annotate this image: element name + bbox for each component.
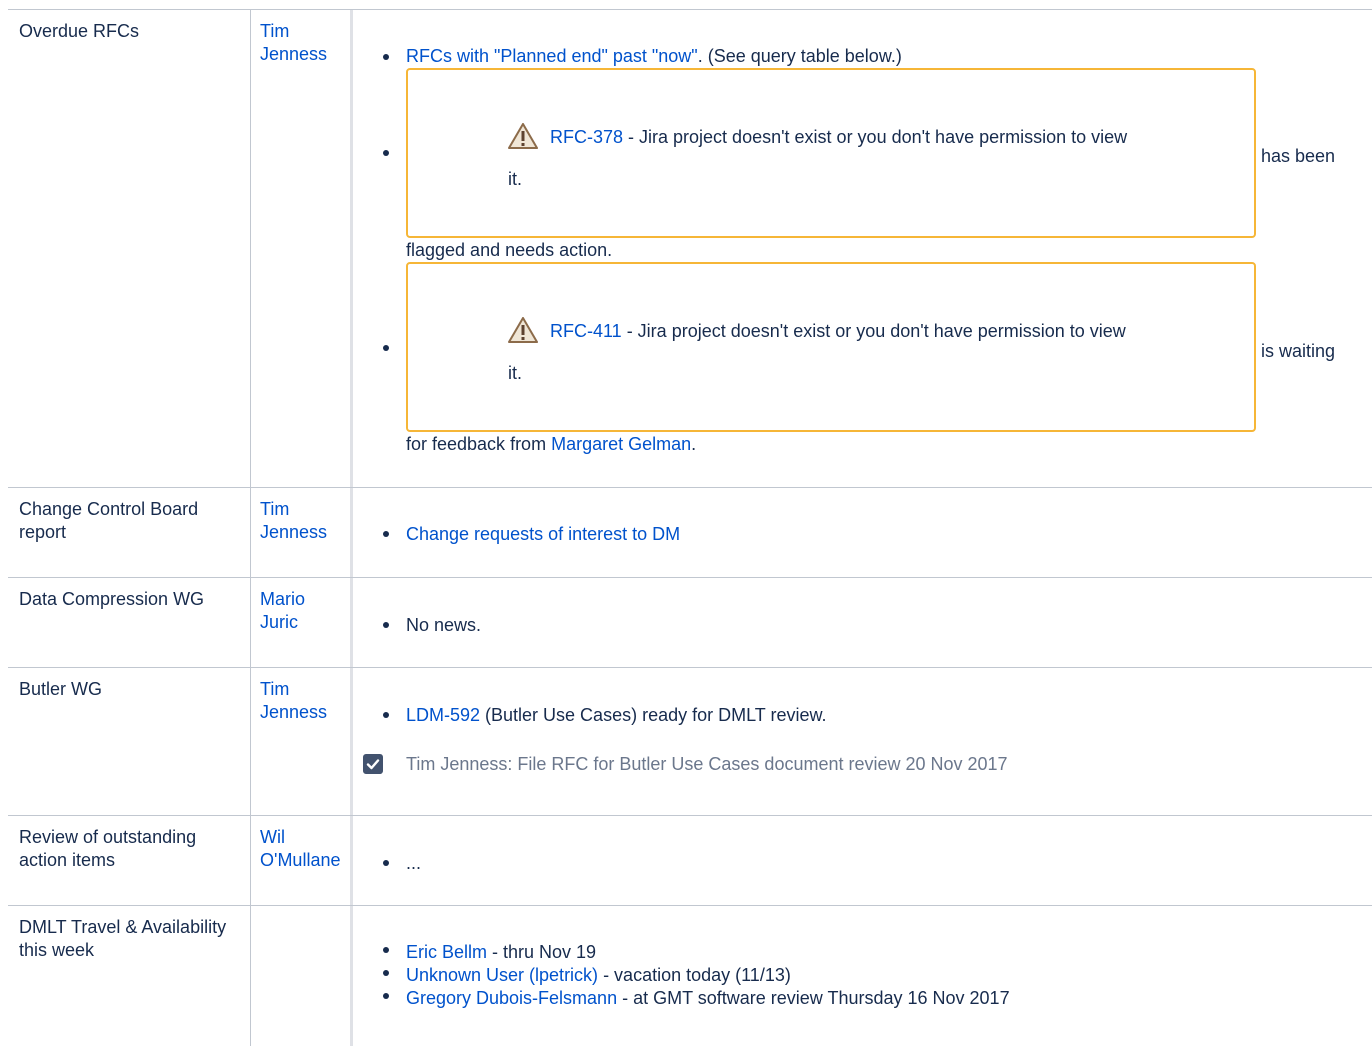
list-item: Unknown User (lpetrick) - vacation today…: [406, 965, 791, 985]
table-row: Change Control Board report Tim Jenness …: [8, 487, 1372, 578]
person-link[interactable]: Eric Bellm: [406, 942, 487, 962]
list-item: Eric Bellm - thru Nov 19: [406, 942, 597, 962]
list-item: Change requests of interest to DM: [406, 523, 680, 546]
warning-icon: [508, 317, 538, 343]
topic-cell: Butler WG: [19, 679, 103, 699]
topic-cell: Review of outstanding action items: [19, 827, 197, 870]
table-row: Review of outstanding action items Wil O…: [8, 815, 1372, 906]
checkbox-checked-icon[interactable]: [363, 754, 383, 774]
jira-issue-macro: RFC-378 - Jira project doesn't exist or …: [406, 68, 1256, 238]
list-item: RFCs with "Planned end" past "now". (See…: [406, 46, 902, 66]
topic-cell: Overdue RFCs: [19, 21, 140, 41]
person-link[interactable]: Margaret Gelman: [551, 434, 691, 454]
topic-cell: Data Compression WG: [19, 589, 205, 609]
change-requests-link[interactable]: Change requests of interest to DM: [406, 524, 680, 544]
jira-key-link[interactable]: RFC-378: [550, 127, 623, 147]
table-row: DMLT Travel & Availability this week Eri…: [8, 905, 1372, 1046]
topic-cell: Change Control Board report: [19, 499, 199, 542]
ldm-592-link[interactable]: LDM-592: [406, 705, 480, 725]
person-link[interactable]: Gregory Dubois-Felsmann: [406, 988, 617, 1008]
owner-link[interactable]: Tim Jenness: [260, 678, 355, 724]
warning-icon: [508, 123, 538, 149]
owner-link[interactable]: Tim Jenness: [260, 498, 355, 544]
list-item: LDM-592 (Butler Use Cases) ready for DML…: [406, 705, 827, 725]
owner-link[interactable]: Mario Juric: [260, 588, 355, 634]
person-link[interactable]: Unknown User (lpetrick): [406, 965, 598, 985]
table-row: Data Compression WG Mario Juric No news.: [8, 577, 1372, 668]
table-row: Butler WG Tim Jenness LDM-592 (Butler Us…: [8, 667, 1372, 816]
owner-link[interactable]: Wil O'Mullane: [260, 826, 355, 872]
list-item: ...: [406, 853, 422, 873]
list-item: No news.: [406, 615, 482, 635]
list-item: Gregory Dubois-Felsmann - at GMT softwar…: [406, 988, 1010, 1008]
owner-link[interactable]: Tim Jenness: [260, 20, 355, 66]
jira-key-link[interactable]: RFC-411: [550, 321, 622, 341]
table-row: Overdue RFCs Tim Jenness RFCs with "Plan…: [8, 9, 1372, 488]
task-item: Tim Jenness: File RFC for Butler Use Cas…: [406, 754, 1008, 774]
topic-cell: DMLT Travel & Availability this week: [19, 917, 227, 960]
jira-issue-macro: RFC-411 - Jira project doesn't exist or …: [406, 262, 1256, 432]
rfc-query-link[interactable]: RFCs with "Planned end" past "now": [406, 46, 698, 66]
